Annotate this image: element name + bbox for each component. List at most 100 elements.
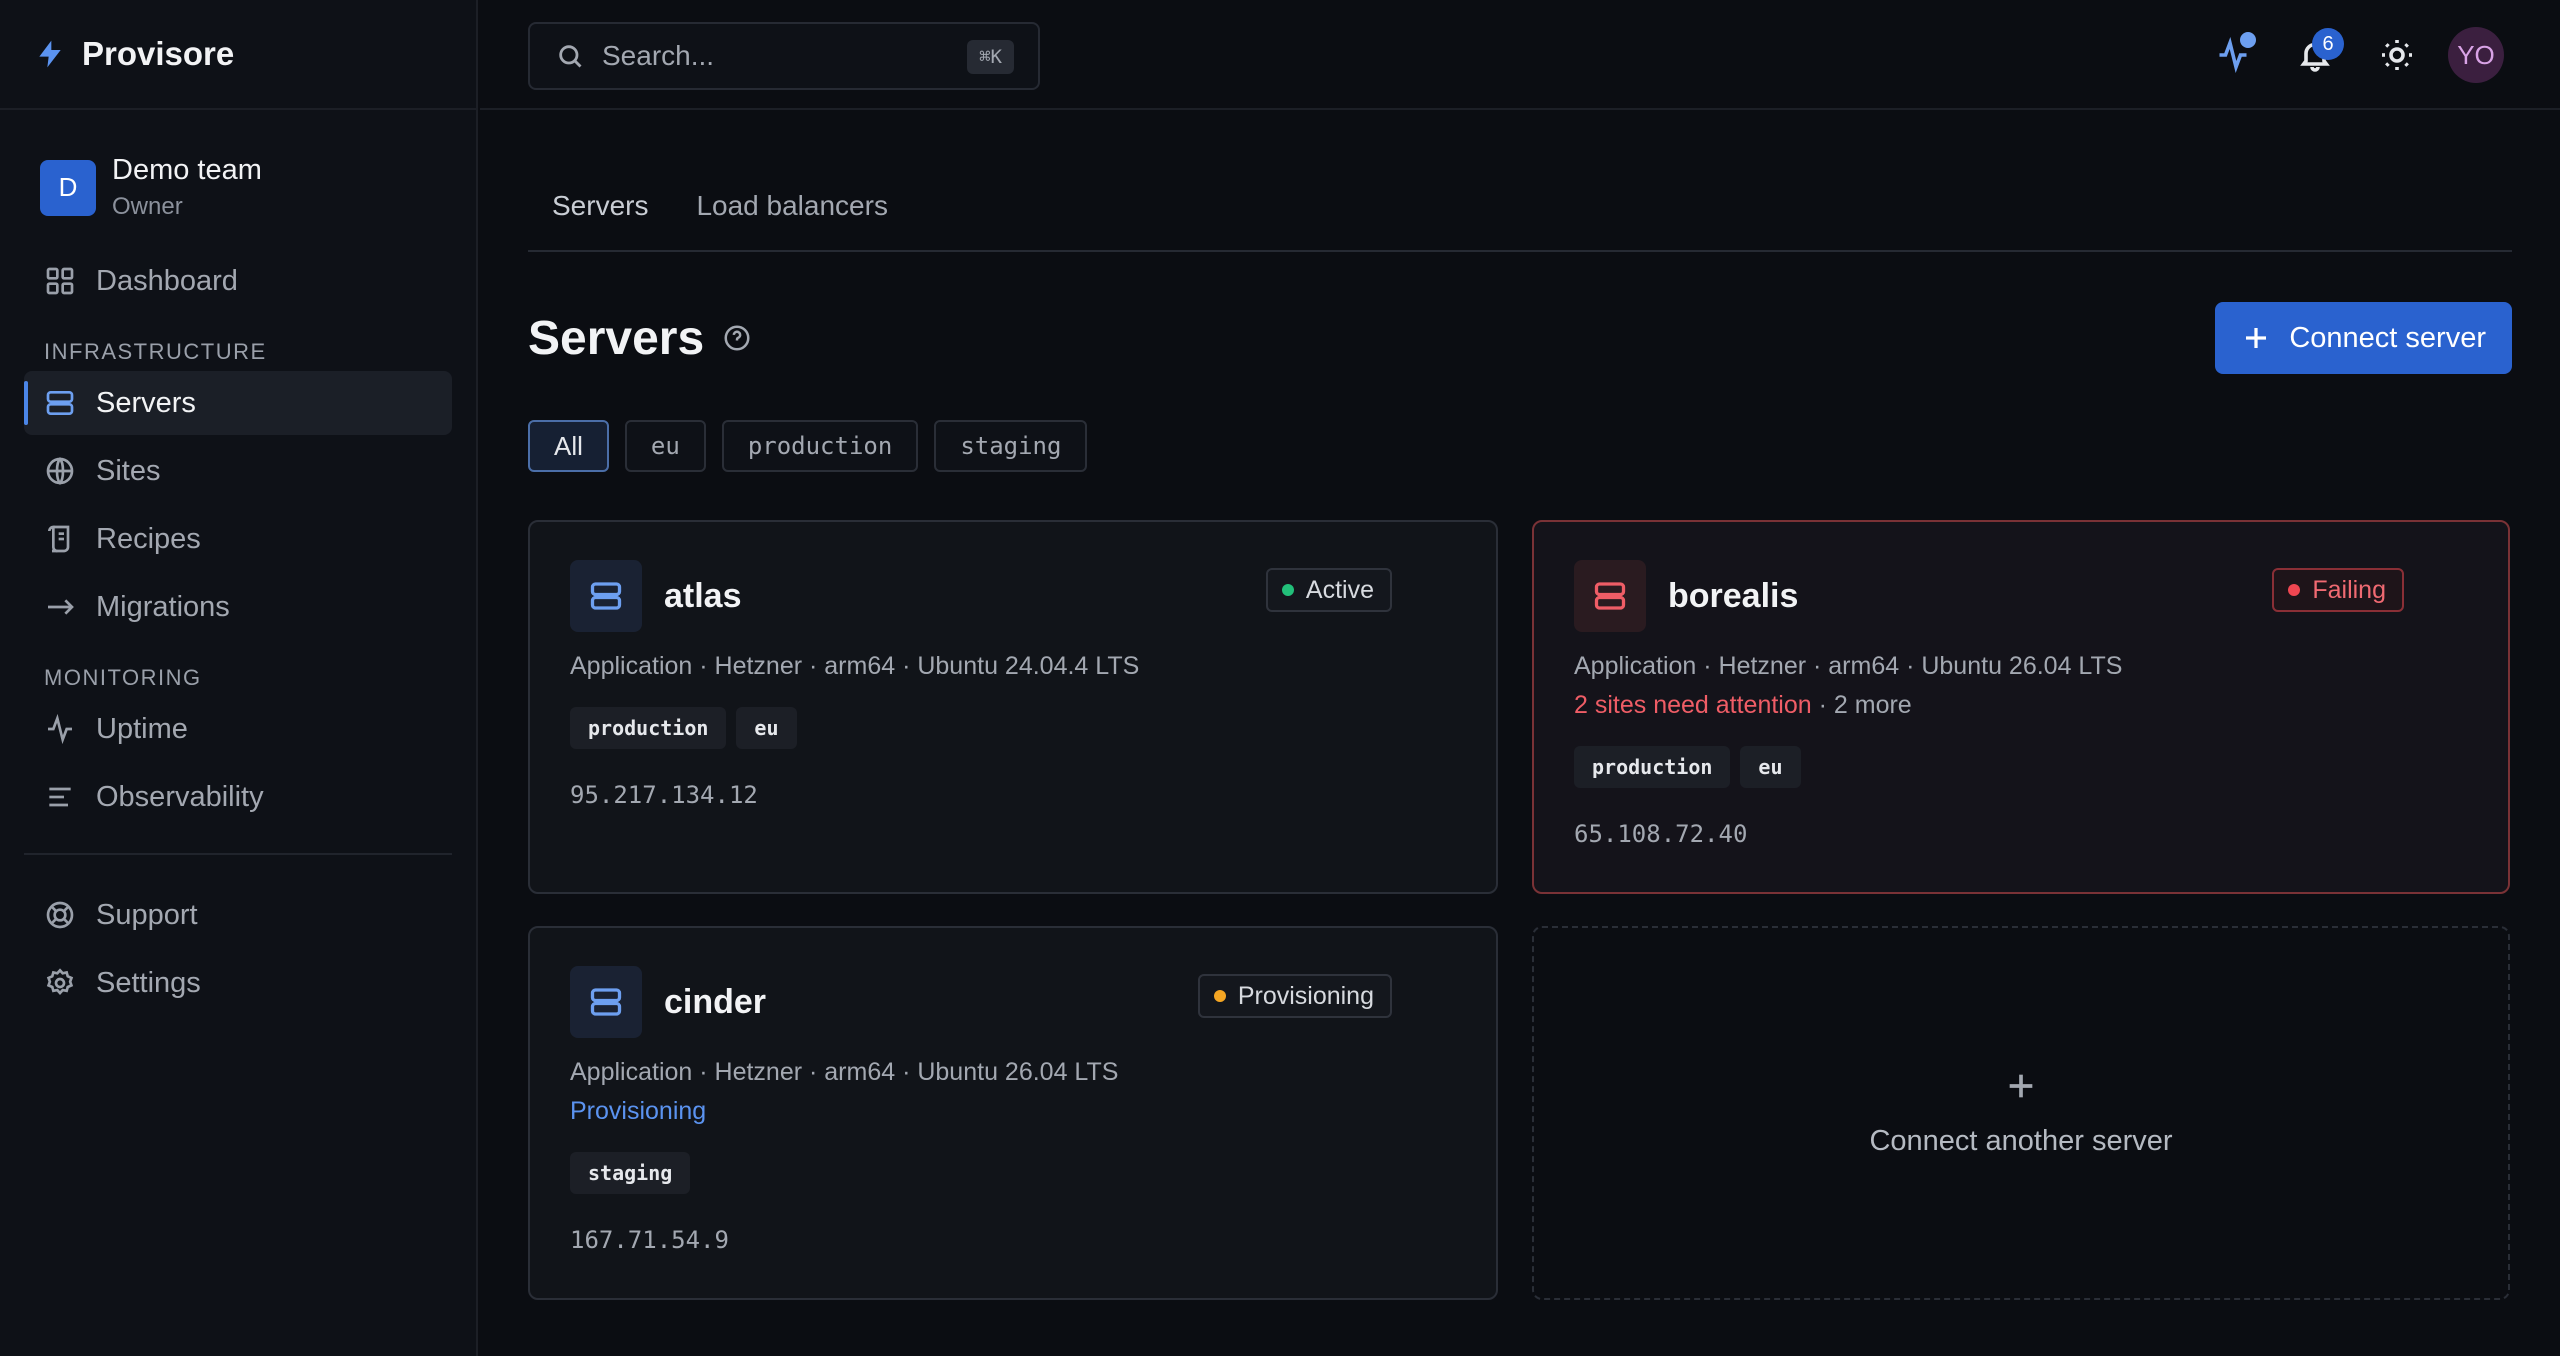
page-title: Servers <box>528 311 705 365</box>
filter-chips: All eu production staging <box>528 420 2512 472</box>
sidebar-nav: Dashboard INFRASTRUCTURE Servers Sites R… <box>0 221 476 1015</box>
sidebar-item-label: Uptime <box>96 712 188 745</box>
help-icon[interactable] <box>722 323 752 353</box>
plus-icon <box>2246 328 2267 348</box>
filter-all[interactable]: All <box>528 420 609 472</box>
connect-server-button[interactable]: Connect server <box>2215 302 2512 374</box>
more-text: · 2 more <box>1811 691 1912 719</box>
theme-toggle-button[interactable] <box>2366 24 2428 86</box>
activity-dot <box>2240 32 2256 48</box>
team-avatar: D <box>40 159 96 216</box>
user-avatar[interactable]: YO <box>2448 27 2504 83</box>
bolt-icon <box>39 40 61 68</box>
tag: eu <box>736 707 797 749</box>
brand[interactable]: Provisore <box>0 0 476 110</box>
sidebar-item-uptime[interactable]: Uptime <box>24 697 452 761</box>
page-header: Servers Connect server <box>528 302 2512 374</box>
status-label: Active <box>1305 575 1374 604</box>
team-role: Owner <box>112 193 183 220</box>
tab-servers[interactable]: Servers <box>528 178 672 250</box>
search-icon <box>559 45 582 68</box>
connect-another-server-card[interactable]: Connect another server <box>1532 926 2510 1300</box>
server-tags: staging <box>570 1152 1456 1194</box>
team-switcher[interactable]: D Demo team Owner <box>0 110 476 221</box>
sidebar-item-label: Recipes <box>96 522 201 555</box>
status-dot <box>2288 584 2301 596</box>
server-meta: Application · Hetzner · arm64 · Ubuntu 2… <box>570 652 1140 680</box>
search-box[interactable]: ⌘K <box>528 22 1040 90</box>
tag: production <box>1574 746 1731 788</box>
lines-icon <box>49 787 71 807</box>
connect-another-label: Connect another server <box>1869 1124 2173 1157</box>
filter-eu[interactable]: eu <box>624 420 706 472</box>
server-note: 2 sites need attention · 2 more <box>1574 691 2468 720</box>
grid-icon <box>46 267 74 295</box>
sidebar-item-support[interactable]: Support <box>24 883 452 947</box>
server-grid: atlas Active Application · Hetzner · arm… <box>528 520 2512 1300</box>
server-ip: 95.217.134.12 <box>570 781 758 809</box>
tag: eu <box>1740 746 1801 788</box>
server-name: cinder <box>664 982 767 1021</box>
sidebar-item-label: Dashboard <box>96 264 238 297</box>
brand-name: Provisore <box>82 35 235 72</box>
provisioning-link[interactable]: Provisioning <box>570 1097 1456 1126</box>
sidebar-item-servers[interactable]: Servers <box>24 371 452 435</box>
notifications-button[interactable]: 6 <box>2284 24 2346 86</box>
tab-load-balancers[interactable]: Load balancers <box>672 178 911 250</box>
sidebar-item-label: Observability <box>96 780 264 813</box>
server-ip: 167.71.54.9 <box>570 1226 729 1254</box>
status-label: Provisioning <box>1237 981 1374 1010</box>
server-icon <box>46 391 74 415</box>
sidebar-item-label: Servers <box>96 386 196 419</box>
sidebar-item-migrations[interactable]: Migrations <box>24 575 452 639</box>
status-badge: Active <box>1265 568 1392 612</box>
attention-link[interactable]: 2 sites need attention <box>1574 691 1812 719</box>
sidebar-item-settings[interactable]: Settings <box>24 951 452 1015</box>
sidebar-item-label: Migrations <box>96 590 230 623</box>
sidebar-item-label: Sites <box>96 454 161 487</box>
sidebar-item-label: Settings <box>96 966 201 999</box>
activity-button[interactable] <box>2202 24 2264 86</box>
sun-icon <box>2382 40 2412 70</box>
server-tags: production eu <box>570 707 1456 749</box>
sidebar-item-recipes[interactable]: Recipes <box>24 507 452 571</box>
server-name: borealis <box>1668 576 1799 615</box>
status-badge: Failing <box>2272 568 2404 612</box>
status-dot <box>1281 584 1294 596</box>
tab-bar: Servers Load balancers <box>528 178 2512 252</box>
search-shortcut: ⌘K <box>967 40 1014 74</box>
filter-staging[interactable]: staging <box>934 420 1088 472</box>
nav-section-infrastructure: INFRASTRUCTURE <box>44 339 267 364</box>
sidebar-item-dashboard[interactable]: Dashboard <box>24 249 452 313</box>
server-card-borealis[interactable]: borealis Failing Application · Hetzner ·… <box>1532 520 2510 894</box>
server-tags: production eu <box>1574 746 2468 788</box>
notifications-count: 6 <box>2312 28 2344 60</box>
server-meta: Application · Hetzner · arm64 · Ubuntu 2… <box>1574 652 2123 680</box>
server-card-cinder[interactable]: cinder Provisioning Application · Hetzne… <box>528 926 1498 1300</box>
server-icon <box>1574 560 1646 632</box>
tag: staging <box>570 1152 691 1194</box>
sidebar-item-observability[interactable]: Observability <box>24 765 452 829</box>
status-label: Failing <box>2312 575 2386 604</box>
server-icon <box>570 966 642 1038</box>
filter-production[interactable]: production <box>721 420 919 472</box>
status-badge: Provisioning <box>1197 974 1392 1018</box>
activity-icon <box>48 713 72 745</box>
status-dot <box>1213 990 1226 1002</box>
server-card-atlas[interactable]: atlas Active Application · Hetzner · arm… <box>528 520 1498 894</box>
server-meta: Application · Hetzner · arm64 · Ubuntu 2… <box>570 1058 1119 1086</box>
globe-icon <box>46 457 74 485</box>
main-content: Servers Load balancers Servers Connect s… <box>528 110 2512 1300</box>
top-actions: 6 YO <box>2182 24 2504 86</box>
nav-section-monitoring: MONITORING <box>44 665 202 690</box>
search-input[interactable] <box>602 40 962 72</box>
scroll-icon <box>48 525 70 553</box>
tag: production <box>570 707 727 749</box>
server-icon <box>570 560 642 632</box>
gear-icon <box>46 968 74 995</box>
connect-server-label: Connect server <box>2289 321 2486 354</box>
top-bar: ⌘K 6 YO <box>480 0 2560 110</box>
sidebar-item-sites[interactable]: Sites <box>24 439 452 503</box>
sidebar: Provisore D Demo team Owner Dashboard IN… <box>0 0 478 1356</box>
sidebar-item-label: Support <box>96 898 198 931</box>
